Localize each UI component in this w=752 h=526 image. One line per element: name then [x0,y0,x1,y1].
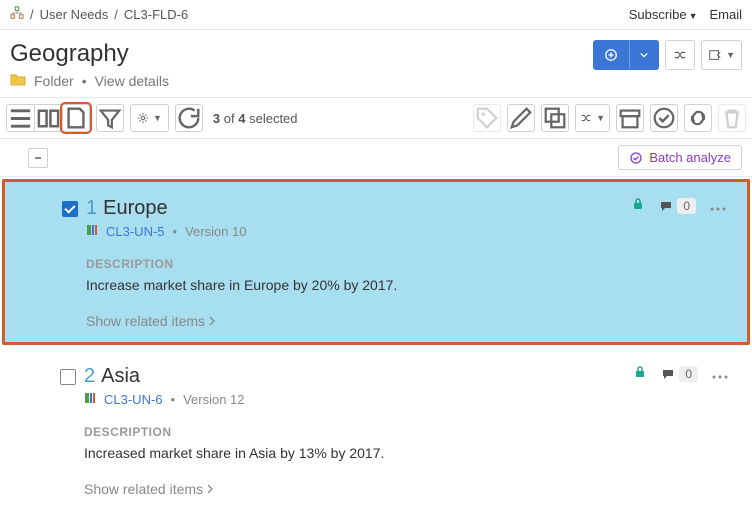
view-mode-group [6,104,90,132]
breadcrumb: / User Needs / CL3-FLD-6 [10,6,188,23]
folder-icon [10,72,26,89]
breadcrumb-current: CL3-FLD-6 [124,7,188,22]
tag-button[interactable] [473,104,501,132]
item-list: 1 Europe 0 CL3-UN-5 • V [0,179,752,513]
caret-down-icon: ▼ [596,113,605,123]
selection-status: 3 of 4 selected [213,111,298,126]
more-menu[interactable] [710,198,726,214]
description-label: DESCRIPTION [62,257,726,271]
item-id-link[interactable]: CL3-UN-5 [106,224,165,239]
link-button[interactable] [684,104,712,132]
export-button[interactable]: ▼ [701,40,742,70]
refresh-button[interactable] [175,104,203,132]
show-related-link[interactable]: Show related items [62,313,726,329]
caret-down-icon: ▼ [726,50,735,60]
view-reading-button[interactable] [34,104,62,132]
archive-button[interactable] [616,104,644,132]
lock-icon [631,197,645,214]
comment-count[interactable]: 0 [659,198,696,214]
email-link[interactable]: Email [709,7,742,22]
delete-button[interactable] [718,104,746,132]
copy-button[interactable] [541,104,569,132]
comment-count[interactable]: 0 [661,366,698,382]
item-type-icon [84,392,96,407]
view-details-link[interactable]: View details [95,73,169,89]
add-button[interactable] [593,40,629,70]
item-version: Version 12 [183,392,244,407]
view-document-button[interactable] [62,104,90,132]
item-description: Increased market share in Asia by 13% by… [60,445,728,461]
subscribe-link[interactable]: Subscribe▼ [629,7,698,22]
lock-icon [633,365,647,382]
edit-button[interactable] [507,104,535,132]
type-label: Folder [34,73,74,89]
filter-button[interactable] [96,104,124,132]
shuffle-action-button[interactable]: ▼ [575,104,610,132]
batch-analyze-button[interactable]: Batch analyze [618,145,742,170]
list-item[interactable]: 1 Europe 0 CL3-UN-5 • V [2,179,750,345]
item-id-link[interactable]: CL3-UN-6 [104,392,163,407]
list-item[interactable]: 2 Asia 0 CL3-UN-6 • Ver [0,347,752,513]
add-dropdown[interactable] [629,40,659,70]
shuffle-button[interactable] [665,40,695,70]
settings-button[interactable]: ▼ [130,104,169,132]
collapse-all-toggle[interactable] [28,148,48,168]
caret-down-icon: ▼ [689,11,698,21]
approve-button[interactable] [650,104,678,132]
breadcrumb-parent[interactable]: User Needs [40,7,109,22]
caret-down-icon: ▼ [153,113,162,123]
page-title: Geography [10,40,169,68]
sitemap-icon [10,6,24,23]
item-title[interactable]: Europe [103,197,168,220]
item-description: Increase market share in Europe by 20% b… [62,277,726,293]
view-list-button[interactable] [6,104,34,132]
show-related-link[interactable]: Show related items [60,481,728,497]
item-number: 1 [86,197,97,220]
item-version: Version 10 [185,224,246,239]
description-label: DESCRIPTION [60,425,728,439]
more-menu[interactable] [712,366,728,382]
item-checkbox[interactable] [62,201,78,217]
item-type-icon [86,224,98,239]
item-number: 2 [84,365,95,388]
item-checkbox[interactable] [60,369,76,385]
item-title[interactable]: Asia [101,365,140,388]
